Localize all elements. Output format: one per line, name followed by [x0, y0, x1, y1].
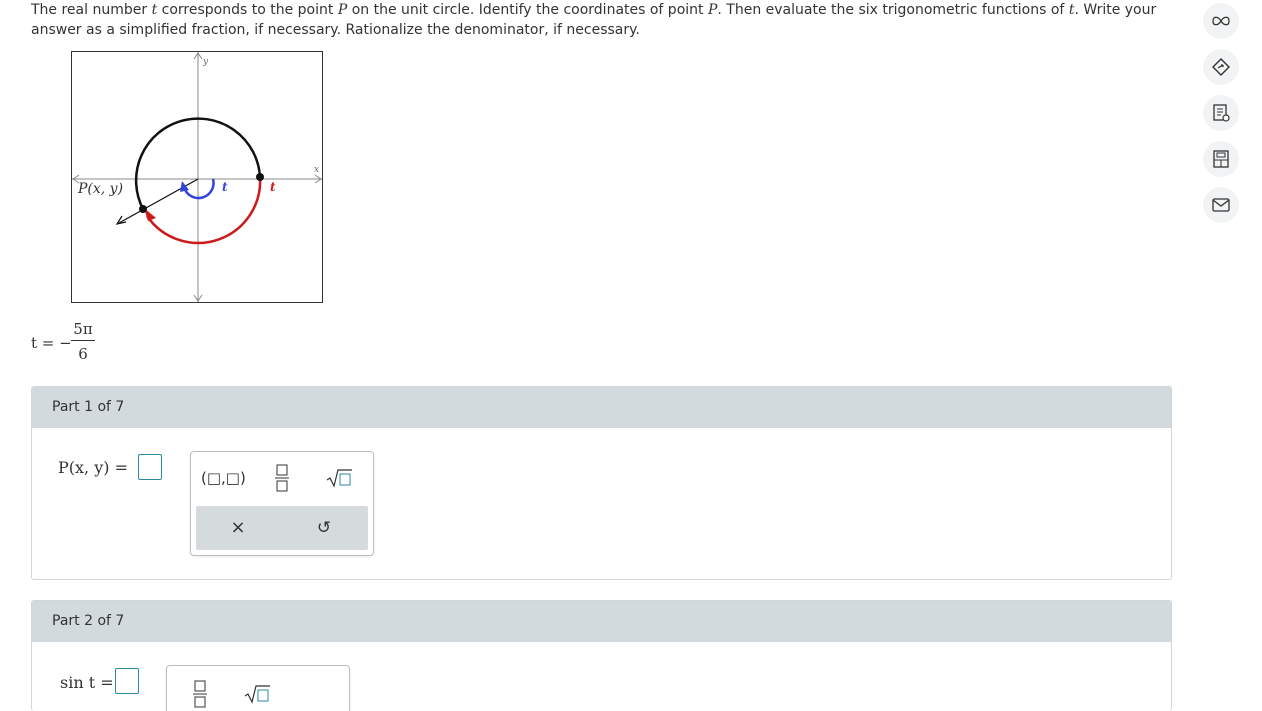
- part-2-panel: Part 2 of 7 sin t =: [31, 600, 1172, 711]
- fraction-button[interactable]: [271, 463, 293, 493]
- t-fraction: 5π 6: [71, 318, 95, 363]
- inner-t-label: t: [222, 180, 228, 194]
- undo-icon: ↺: [316, 518, 332, 538]
- fraction-icon: [193, 680, 207, 708]
- prompt-text-2: corresponds to the point: [161, 2, 334, 18]
- part-1-label: P(x, y) =: [58, 458, 128, 477]
- sqrt-icon: [326, 469, 352, 488]
- palette-actions-bar: × ↺: [196, 506, 368, 550]
- x-axis-label: x: [314, 165, 319, 175]
- part-2-math-palette: [166, 665, 350, 711]
- part-1-math-palette: (□,□) × ↺: [190, 451, 374, 556]
- sqrt-button[interactable]: [325, 466, 353, 490]
- red-arc: [145, 176, 262, 245]
- prompt-text-3: on the unit circle. Identify the coordin…: [351, 2, 704, 18]
- infinity-icon: [1212, 16, 1230, 26]
- t-equals-label: t = −: [31, 334, 72, 352]
- point-p-label: P(x, y): [77, 181, 123, 197]
- var-p-2: P: [707, 2, 718, 18]
- sqrt-button-2[interactable]: [243, 682, 271, 706]
- calculator-button[interactable]: [1203, 141, 1239, 177]
- unit-circle-figure: x y P(x, y) t t: [71, 51, 323, 303]
- tag-icon: [1212, 58, 1230, 76]
- document-icon: [1213, 104, 1230, 122]
- part-1-panel: Part 1 of 7 P(x, y) = (□,□) × ↺: [31, 386, 1172, 580]
- clear-button[interactable]: ×: [226, 516, 250, 540]
- close-icon: ×: [230, 517, 246, 538]
- var-t: t: [151, 2, 158, 18]
- point-p: [139, 205, 147, 213]
- y-axis-label: y: [202, 57, 209, 67]
- unit-circle-svg: x y P(x, y) t t: [72, 52, 322, 302]
- start-point: [256, 173, 264, 181]
- ordered-pair-button[interactable]: (□,□): [201, 466, 246, 490]
- fraction-icon: [275, 464, 289, 492]
- prompt-text-4: . Then evaluate the six trigonometric fu…: [717, 2, 1065, 18]
- explanation-button[interactable]: [1203, 49, 1239, 85]
- blue-arc-arrowhead: [180, 181, 189, 192]
- t-numerator: 5π: [73, 320, 93, 338]
- part-1-answer-input[interactable]: [138, 454, 162, 480]
- mail-icon: [1212, 198, 1230, 212]
- var-p: P: [337, 2, 348, 18]
- prompt-text-1: The real number: [31, 2, 148, 18]
- sqrt-icon: [244, 685, 270, 704]
- blue-angle-arc: [182, 178, 215, 200]
- infinity-button[interactable]: [1203, 3, 1239, 39]
- terminal-ray: [118, 178, 199, 224]
- problem-prompt: The real number t corresponds to the poi…: [31, 0, 1181, 40]
- outer-t-label: t: [270, 180, 276, 194]
- ordered-pair-icon: (□,□): [201, 469, 246, 487]
- undo-button[interactable]: ↺: [312, 516, 336, 540]
- fraction-button-2[interactable]: [189, 679, 211, 709]
- part-2-header: Part 2 of 7: [32, 601, 1171, 642]
- calculator-icon: [1213, 150, 1229, 168]
- part-2-answer-input[interactable]: [115, 668, 139, 694]
- part-2-label: sin t =: [60, 673, 114, 692]
- t-denominator: 6: [78, 345, 88, 363]
- message-button[interactable]: [1203, 187, 1239, 223]
- part-1-header: Part 1 of 7: [32, 387, 1171, 428]
- textbook-button[interactable]: [1203, 95, 1239, 131]
